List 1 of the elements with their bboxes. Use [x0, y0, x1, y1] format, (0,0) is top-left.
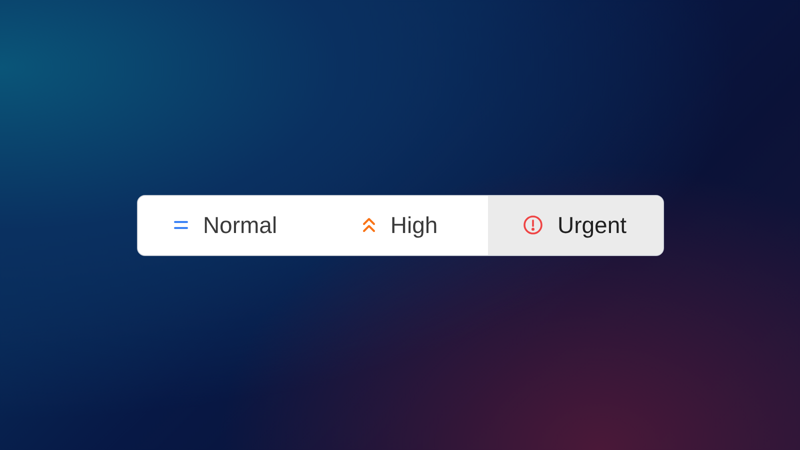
- priority-option[interactable]: Urgent: [488, 196, 662, 254]
